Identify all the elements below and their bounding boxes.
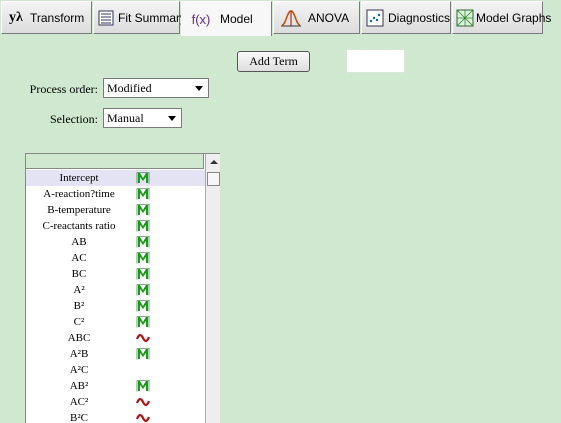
term-name: B² [73,300,85,312]
term-name: A²B [69,348,89,360]
tab-bar: yλ Transform Fit Summary f(x) Model ANOV… [0,0,561,36]
aliased-term-icon[interactable] [135,331,151,345]
tab-label: Transform [30,10,85,25]
terms-list: Intercept A-reaction?time B-temperature C-r… [26,170,205,423]
empty-status-cell[interactable] [136,363,150,377]
term-name: B-temperature [47,204,111,216]
scatter-icon [366,8,384,28]
term-name: BC [71,268,87,280]
tab-model-graphs[interactable]: Model Graphs [452,1,551,34]
scroll-up-arrow[interactable] [206,154,220,169]
tab-fit-summary[interactable]: Fit Summary [93,1,186,34]
tab-model[interactable]: f(x) Model [181,1,272,36]
term-name: A² [73,284,85,296]
chevron-down-icon [168,116,176,121]
table-row[interactable]: B² [26,298,205,314]
model-term-icon[interactable] [136,379,150,393]
table-row[interactable]: AC [26,250,205,266]
aliased-term-icon[interactable] [135,395,151,409]
model-term-icon[interactable] [136,267,150,281]
term-name: A²C [69,364,89,376]
table-row[interactable]: A²C [26,362,205,378]
term-name: AC² [69,396,89,408]
model-term-icon[interactable] [136,235,150,249]
table-row[interactable]: C² [26,314,205,330]
selection-value: Manual [107,110,144,125]
table-row[interactable]: B-temperature [26,202,205,218]
term-name: AB [71,236,87,248]
term-name: A-reaction?time [43,188,115,200]
list-icon [98,8,114,28]
table-row[interactable]: BC [26,266,205,282]
tab-label: Diagnostics [388,10,451,25]
distribution-icon [278,8,304,28]
tab-label: ANOVA [308,10,350,25]
table-row[interactable]: AC² [26,394,205,410]
tab-label: Fit Summary [118,10,187,25]
term-name: AC [71,252,87,264]
table-row[interactable]: ABC [26,330,205,346]
model-term-icon[interactable] [136,315,150,329]
process-order-value: Modified [107,80,152,95]
tab-label: Model Graphs [476,10,552,25]
aliased-term-icon[interactable] [135,411,151,423]
selection-select[interactable]: Manual [103,108,182,128]
model-term-icon[interactable] [136,299,150,313]
tab-transform[interactable]: yλ Transform [1,1,92,34]
terms-grid: Intercept A-reaction?time B-temperature C-r… [25,153,220,423]
process-order-select[interactable]: Modified [103,78,209,98]
term-name: Intercept [59,172,99,184]
term-name: ABC [67,332,91,344]
table-row[interactable]: B²C [26,410,205,423]
surface-icon [456,8,474,28]
selection-label: Selection: [50,112,98,126]
table-row[interactable]: AB² [26,378,205,394]
term-input-box[interactable] [346,49,405,73]
add-term-button[interactable]: Add Term [237,51,310,72]
table-row[interactable]: A²B [26,346,205,362]
term-name: C² [73,316,85,328]
table-row[interactable]: A² [26,282,205,298]
model-term-icon[interactable] [136,347,150,361]
chevron-down-icon [195,86,203,91]
grid-header [26,154,204,169]
term-name: B²C [70,412,88,423]
tab-label: Model [220,12,253,26]
lambda-icon: yλ [9,9,23,25]
model-term-icon[interactable] [136,171,150,185]
scroll-thumb[interactable] [207,172,220,186]
function-icon: f(x) [191,11,211,27]
term-name: AB² [69,380,89,392]
model-term-icon[interactable] [136,251,150,265]
vertical-scrollbar[interactable] [205,154,220,423]
tab-anova[interactable]: ANOVA [273,1,360,34]
model-term-icon[interactable] [136,219,150,233]
term-name: C-reactants ratio [42,220,116,232]
table-row[interactable]: AB [26,234,205,250]
table-row[interactable]: C-reactants ratio [26,218,205,234]
model-term-icon[interactable] [136,187,150,201]
table-row[interactable]: A-reaction?time [26,186,205,202]
model-term-icon[interactable] [136,203,150,217]
model-term-icon[interactable] [136,283,150,297]
process-order-label: Process order: [29,82,98,96]
table-row[interactable]: Intercept [26,170,205,186]
tab-diagnostics[interactable]: Diagnostics [361,1,451,34]
